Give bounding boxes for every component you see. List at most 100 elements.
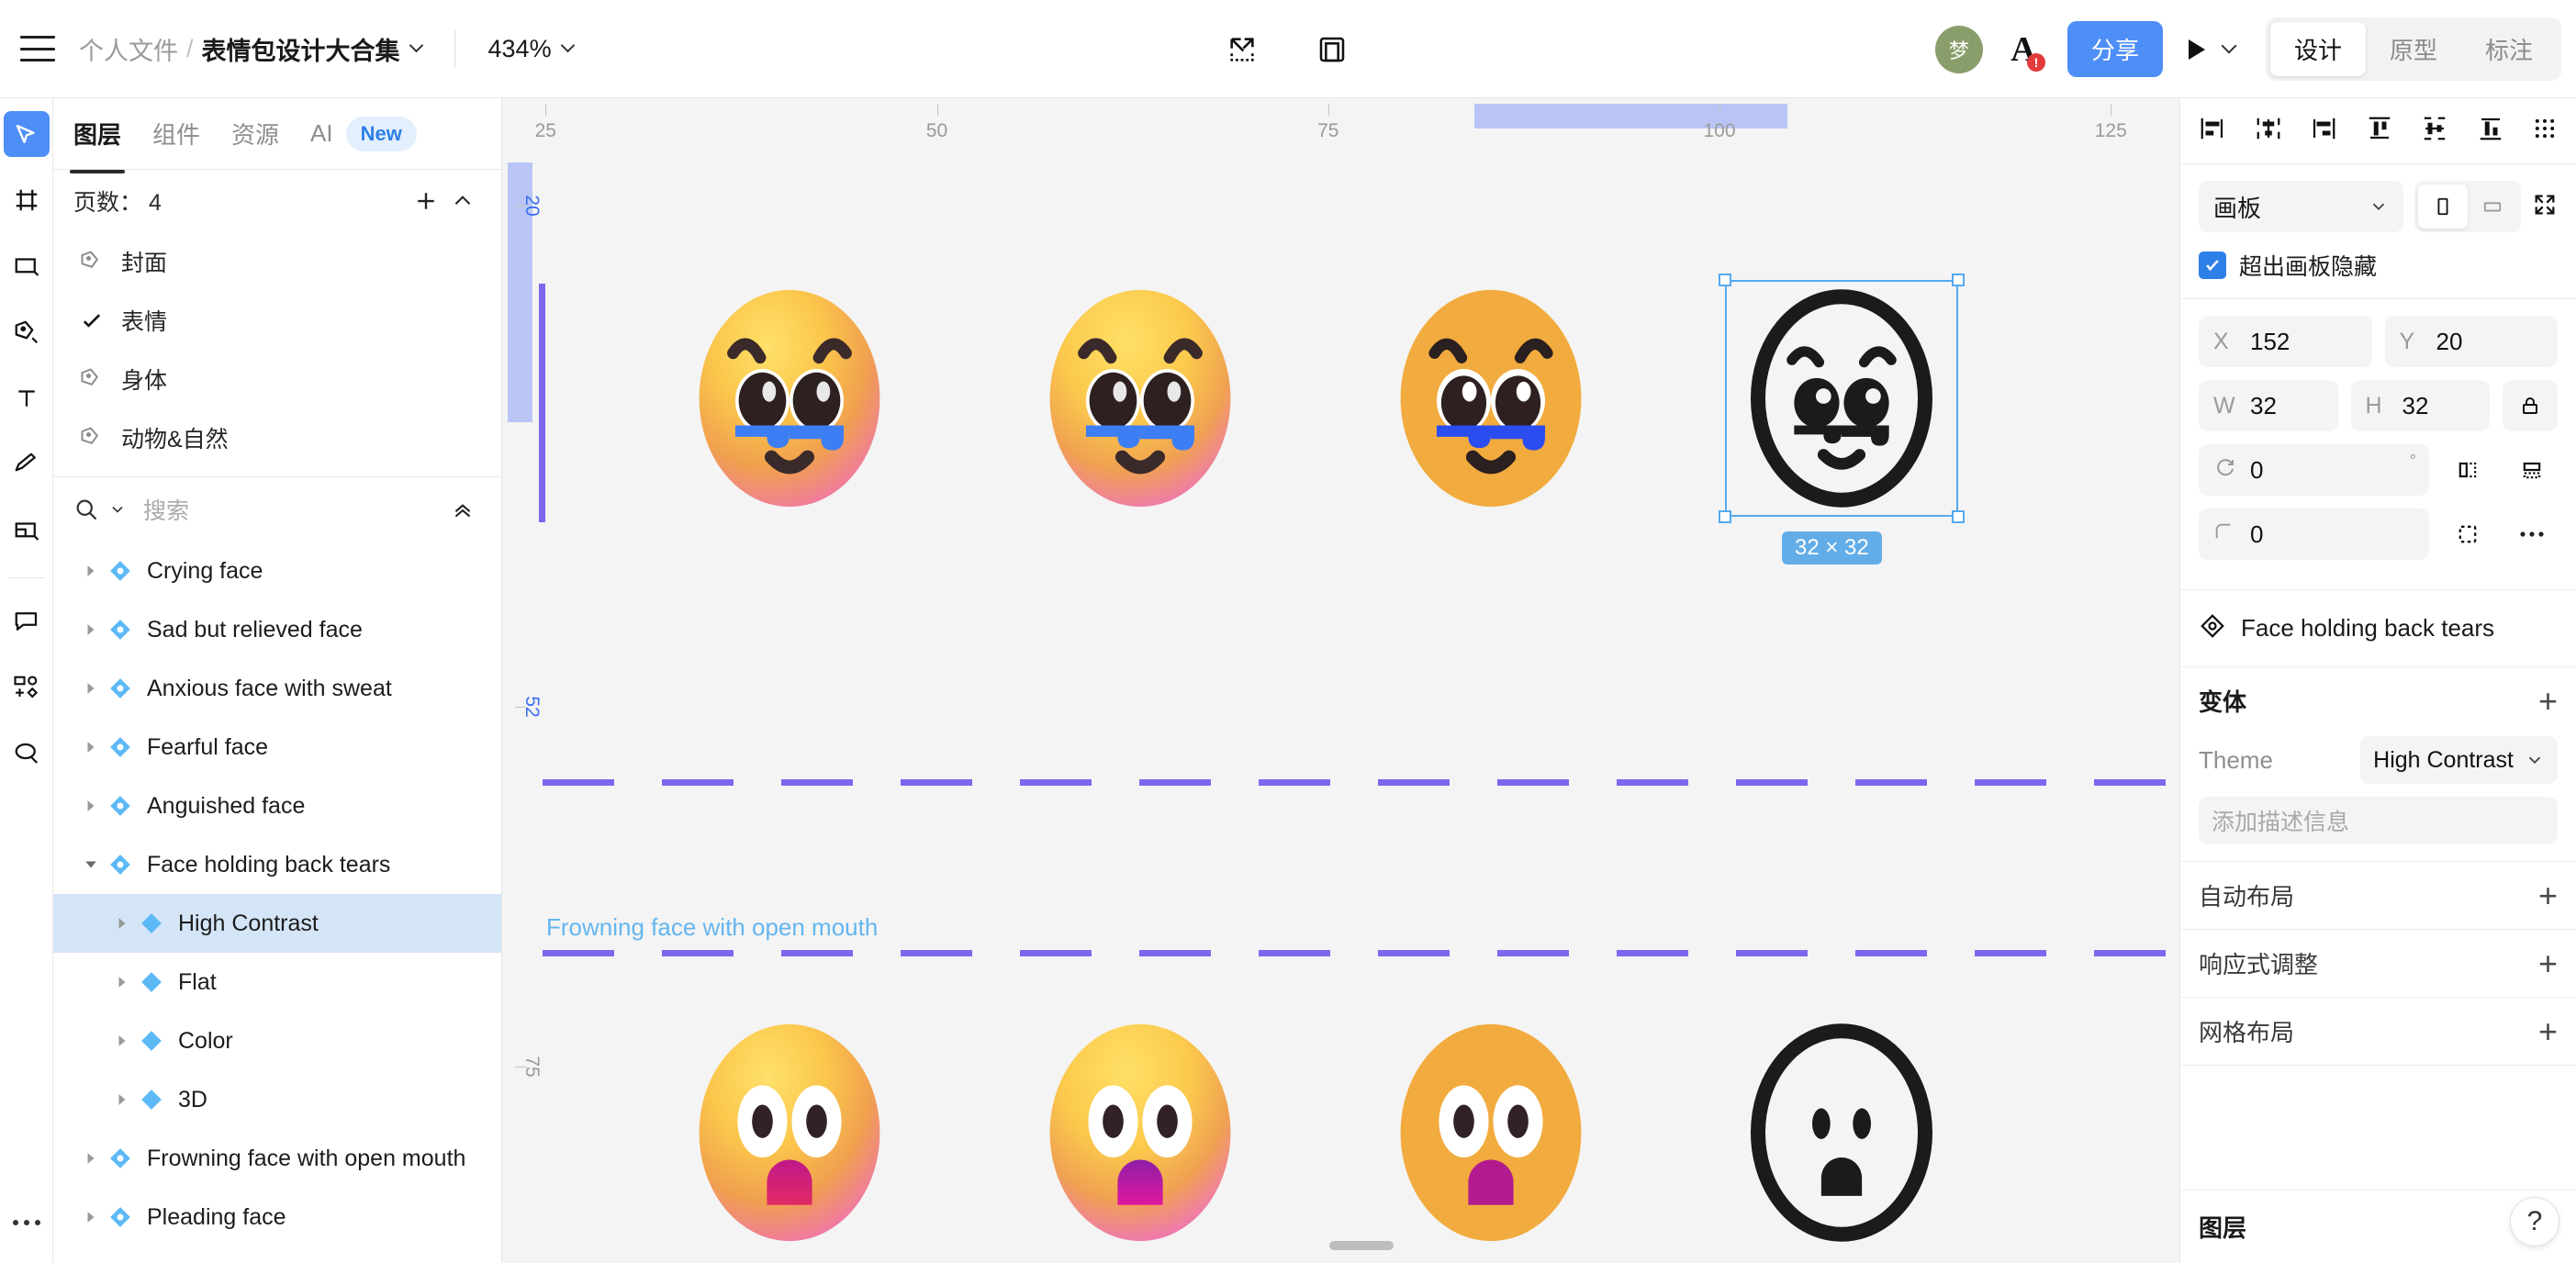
chevron-right-icon[interactable] <box>108 1093 136 1106</box>
plus-icon[interactable] <box>408 183 444 219</box>
image-tool[interactable] <box>4 508 50 553</box>
horizontal-scrollbar[interactable] <box>1328 1241 1394 1250</box>
breadcrumb-folder[interactable]: 个人文件 <box>79 31 178 67</box>
guide-dashed-horizontal-bottom[interactable] <box>543 950 2179 956</box>
layer-row[interactable]: Color <box>53 1012 501 1070</box>
resize-handle-sw[interactable] <box>1719 510 1731 523</box>
tab-ai[interactable]: AI <box>310 119 333 148</box>
chevron-right-icon[interactable] <box>77 564 105 577</box>
chevron-right-icon[interactable] <box>77 682 105 695</box>
export-icon[interactable] <box>1221 28 1263 71</box>
corner-radius-field[interactable]: 0 <box>2199 509 2429 560</box>
align-right-icon[interactable] <box>2310 115 2337 147</box>
layer-row[interactable]: Fearful face <box>53 718 501 777</box>
align-top-icon[interactable] <box>2366 115 2393 147</box>
layer-row[interactable]: 3D <box>53 1070 501 1129</box>
text-tool[interactable] <box>4 375 50 421</box>
layer-row[interactable]: Frowning face with open mouth <box>53 1129 501 1188</box>
guide-vertical-left[interactable] <box>539 284 545 522</box>
constraints-icon[interactable] <box>2442 521 2493 547</box>
chevron-right-icon[interactable] <box>77 741 105 754</box>
frame-type-select[interactable]: 画板 <box>2199 181 2403 232</box>
layer-row[interactable]: Sad but relieved face <box>53 600 501 659</box>
page-item-cover[interactable]: 封面 <box>53 232 501 291</box>
align-vertical-center-icon[interactable] <box>2421 115 2448 147</box>
horizontal-ruler[interactable]: 255075100125152175184200 <box>502 98 2179 155</box>
frame-tool[interactable] <box>4 177 50 223</box>
tab-assets[interactable]: 资源 <box>231 117 279 151</box>
guide-dashed-horizontal-top[interactable] <box>543 779 2179 786</box>
tab-components[interactable]: 组件 <box>152 117 200 151</box>
chevron-down-icon[interactable] <box>409 38 423 52</box>
y-field[interactable]: Y 20 <box>2384 316 2558 367</box>
help-button[interactable]: ? <box>2510 1197 2559 1246</box>
component-tool[interactable] <box>4 665 50 710</box>
lock-aspect-ratio-icon[interactable] <box>2503 380 2558 431</box>
chevron-right-icon[interactable] <box>108 1034 136 1047</box>
height-field[interactable]: H 32 <box>2350 380 2490 431</box>
pen-tool[interactable] <box>4 309 50 355</box>
frame-icon[interactable] <box>1311 28 1353 71</box>
tab-layers[interactable]: 图层 <box>69 117 126 173</box>
clip-content-row[interactable]: 超出画板隐藏 <box>2199 249 2558 282</box>
align-left-icon[interactable] <box>2199 115 2226 147</box>
canvas-stage[interactable]: 32 × 32 Frowning face with open mouth + <box>539 155 2179 1263</box>
align-horizontal-center-icon[interactable] <box>2255 115 2282 147</box>
cursor-select-tool[interactable] <box>3 111 50 157</box>
chevron-right-icon[interactable] <box>77 1152 105 1165</box>
fit-content-icon[interactable] <box>2532 192 2558 222</box>
chevron-down-icon[interactable] <box>77 858 105 871</box>
emoji-frowning-open-mouth-color[interactable] <box>1027 1018 1253 1252</box>
tab-annotate[interactable]: 标注 <box>2461 22 2557 76</box>
pencil-tool[interactable] <box>4 441 50 487</box>
plus-icon[interactable]: + <box>2538 684 2558 718</box>
search-input[interactable]: 搜索 <box>73 493 444 526</box>
rotation-field[interactable]: 0 ° <box>2199 444 2429 496</box>
flip-vertical-icon[interactable] <box>2506 457 2558 483</box>
chevron-up-icon[interactable] <box>444 183 481 219</box>
font-alert-icon[interactable]: A ! <box>1999 26 2047 73</box>
breadcrumb-filename[interactable]: 表情包设计大合集 <box>202 31 400 67</box>
hamburger-icon[interactable] <box>20 36 55 61</box>
emoji-frowning-open-mouth-3d[interactable] <box>677 1018 902 1252</box>
search-tool[interactable] <box>4 731 50 777</box>
chevron-right-icon[interactable] <box>77 623 105 636</box>
more-horizontal-icon[interactable] <box>12 1215 41 1232</box>
page-item-expressions[interactable]: 表情 <box>53 291 501 350</box>
component-name-row[interactable]: Face holding back tears <box>2180 590 2576 667</box>
chevrons-up-icon[interactable] <box>444 491 481 528</box>
layer-row[interactable]: Flushed face <box>53 1246 501 1263</box>
play-icon[interactable] <box>2188 39 2205 60</box>
description-input[interactable]: 添加描述信息 <box>2199 797 2558 844</box>
layer-row[interactable]: Pleading face <box>53 1188 501 1246</box>
resize-handle-se[interactable] <box>1952 510 1965 523</box>
selection-box[interactable] <box>1719 274 1965 523</box>
layer-row[interactable]: Face holding back tears <box>53 835 501 894</box>
layer-row[interactable]: High Contrast <box>53 894 501 953</box>
layer-row[interactable]: Anguished face <box>53 777 501 835</box>
emoji-frowning-open-mouth-high-contrast[interactable] <box>1729 1018 1954 1252</box>
chevron-down-icon[interactable] <box>2221 38 2237 53</box>
canvas-area[interactable]: 255075100125152175184200 205275100125150 <box>502 98 2179 1263</box>
page-item-body[interactable]: 身体 <box>53 350 501 408</box>
layer-row[interactable]: Anxious face with sweat <box>53 659 501 718</box>
variant-property-select[interactable]: High Contrast <box>2360 736 2558 784</box>
layer-row[interactable]: Crying face <box>53 542 501 600</box>
align-bottom-icon[interactable] <box>2477 115 2504 147</box>
rectangle-tool[interactable] <box>4 243 50 289</box>
chevron-right-icon[interactable] <box>108 976 136 989</box>
vertical-ruler[interactable]: 205275100125150 <box>502 155 543 1263</box>
avatar[interactable]: 梦 <box>1934 25 1983 73</box>
tab-design[interactable]: 设计 <box>2269 22 2366 76</box>
more-horizontal-icon[interactable] <box>2506 530 2558 539</box>
tab-prototype[interactable]: 原型 <box>2366 22 2461 76</box>
plus-icon[interactable]: + <box>2538 946 2558 980</box>
emoji-frowning-open-mouth-flat[interactable] <box>1378 1018 1604 1252</box>
portrait-icon[interactable] <box>2418 184 2468 229</box>
artboard-label[interactable]: Frowning face with open mouth <box>546 913 878 942</box>
plus-icon[interactable]: + <box>2538 1014 2558 1048</box>
emoji-holding-back-tears-3d[interactable] <box>677 284 902 518</box>
chevron-right-icon[interactable] <box>77 799 105 812</box>
chevron-right-icon[interactable] <box>108 917 136 930</box>
chevron-down-icon[interactable] <box>560 38 575 52</box>
